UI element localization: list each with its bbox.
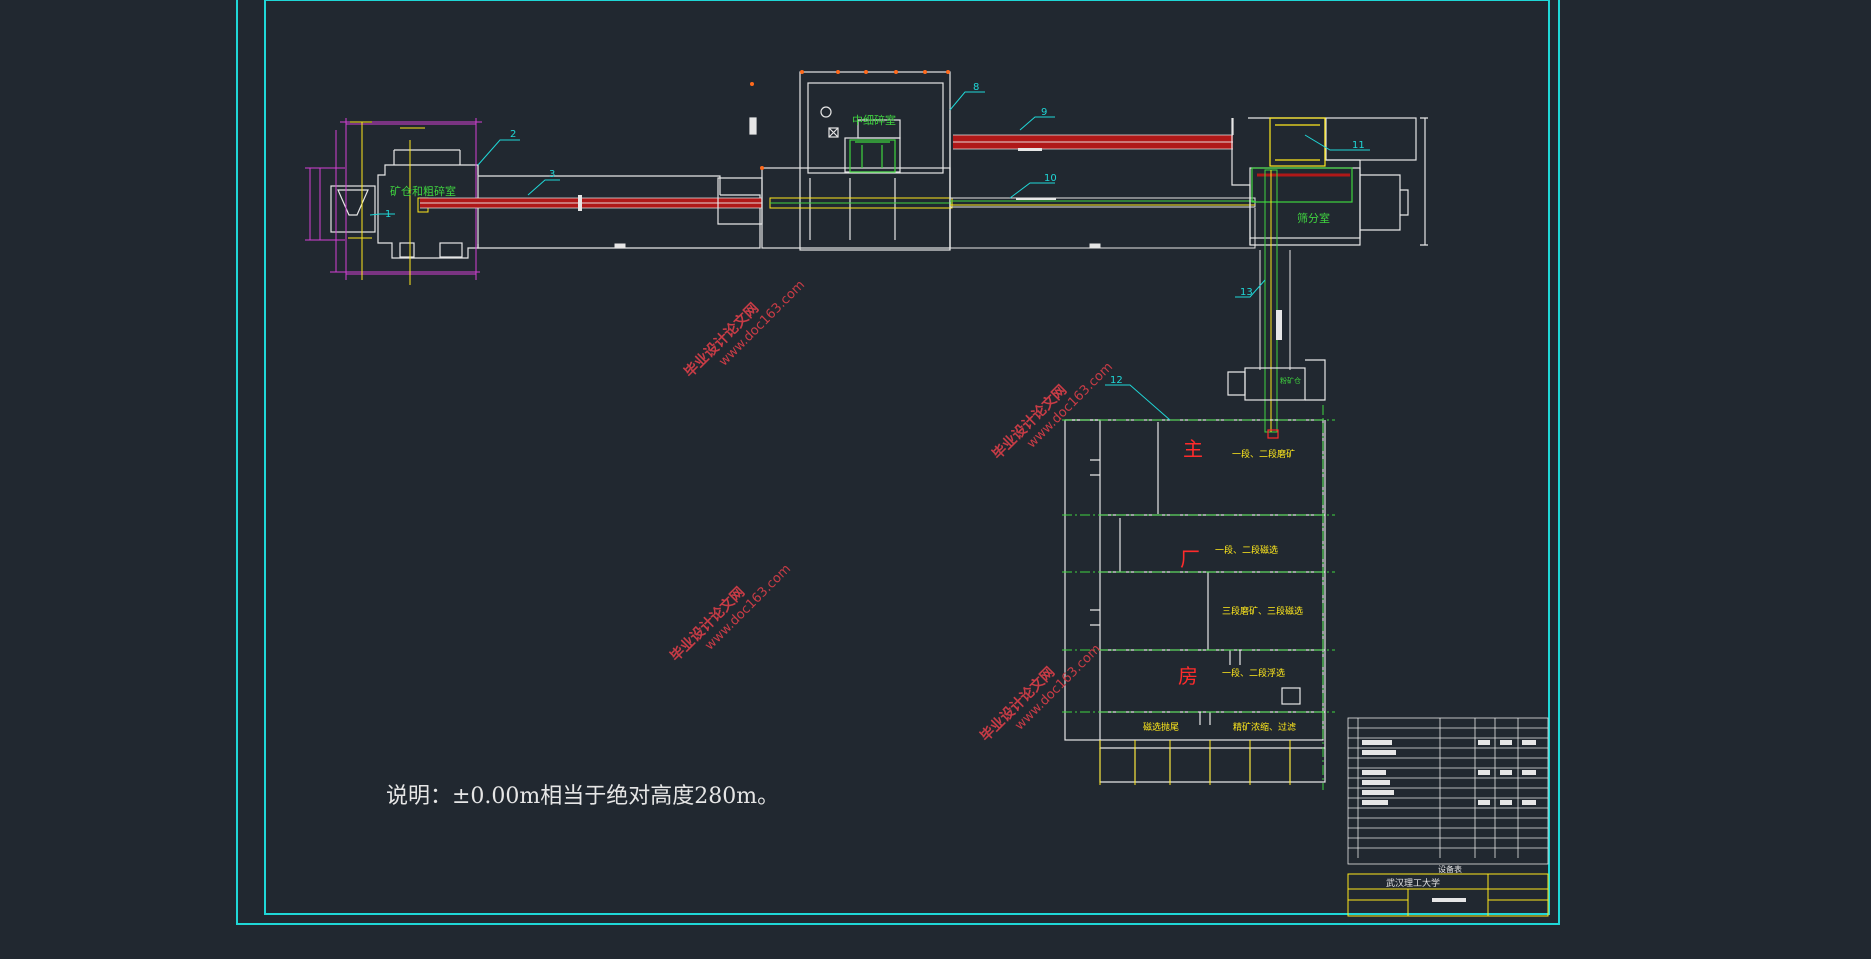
title-block-school-box <box>1347 873 1549 917</box>
main-plant-char-2: 厂 <box>1180 547 1200 571</box>
conveyor-10 <box>769 197 1256 209</box>
room-label-screening: 筛分室 <box>1297 211 1330 225</box>
room-label-medium-crush: 中细碎室 <box>852 113 896 127</box>
room-label-mill-1: 一段、二段磨矿 <box>1232 448 1295 460</box>
main-plant-char-1: 主 <box>1183 437 1203 461</box>
room-label-mag-1: 一段、二段磁选 <box>1215 544 1278 556</box>
room-label-mag-tail: 磁选抛尾 <box>1143 721 1179 733</box>
medium-crush-building <box>717 71 951 251</box>
room-label-powder-bin: 粉矿仓 <box>1280 376 1301 385</box>
conveyor-3 <box>420 195 762 211</box>
watermark-2: 毕业设计论文网 www.doc163.com <box>989 360 1116 463</box>
room-label-mill-3: 三段磨矿、三段磁选 <box>1222 605 1303 617</box>
watermark-4: 毕业设计论文网 www.doc163.com <box>977 642 1104 745</box>
medium-crush-equipment <box>849 139 896 173</box>
callout-10: 10 <box>1044 173 1057 184</box>
watermark-3: 毕业设计论文网 www.doc163.com <box>667 562 794 665</box>
title-block-drawing-name-mark <box>1432 898 1466 902</box>
callout-9: 9 <box>1041 107 1047 118</box>
title-block-school: 武汉理工大学 <box>1386 877 1440 889</box>
conveyor-13 <box>1259 169 1291 433</box>
callout-8: 8 <box>973 82 979 93</box>
main-plant-char-3: 房 <box>1178 664 1198 688</box>
callout-3: 3 <box>549 169 555 180</box>
medium-crush-floor <box>614 208 1256 249</box>
callout-13: 13 <box>1240 287 1253 298</box>
main-plant-col-lines <box>1099 740 1291 785</box>
callout-2: 2 <box>510 129 516 140</box>
title-block-fill-marks <box>1362 740 1536 805</box>
room-label-crusher: 矿仓和粗碎室 <box>390 184 456 198</box>
callout-11: 11 <box>1352 140 1365 151</box>
room-label-filter: 精矿浓缩、过滤 <box>1233 721 1296 733</box>
conveyor-9 <box>953 134 1233 151</box>
watermark-1: 毕业设计论文网 www.doc163.com <box>681 278 808 381</box>
screening-building <box>1231 117 1428 246</box>
callout-1: 1 <box>385 209 391 220</box>
crusher-axis-lines <box>348 121 429 285</box>
room-label-flot: 一段、二段浮选 <box>1222 667 1285 679</box>
drawing-note: 说明：±0.00m相当于绝对高度280m。 <box>386 784 779 809</box>
callout-12: 12 <box>1110 375 1123 386</box>
cad-drawing: 矿仓和粗碎室 中细碎室 筛分室 粉矿仓 主 厂 房 一段、二段磨矿 一段、二段磁… <box>236 0 1560 925</box>
title-block-table-name: 设备表 <box>1438 864 1462 874</box>
